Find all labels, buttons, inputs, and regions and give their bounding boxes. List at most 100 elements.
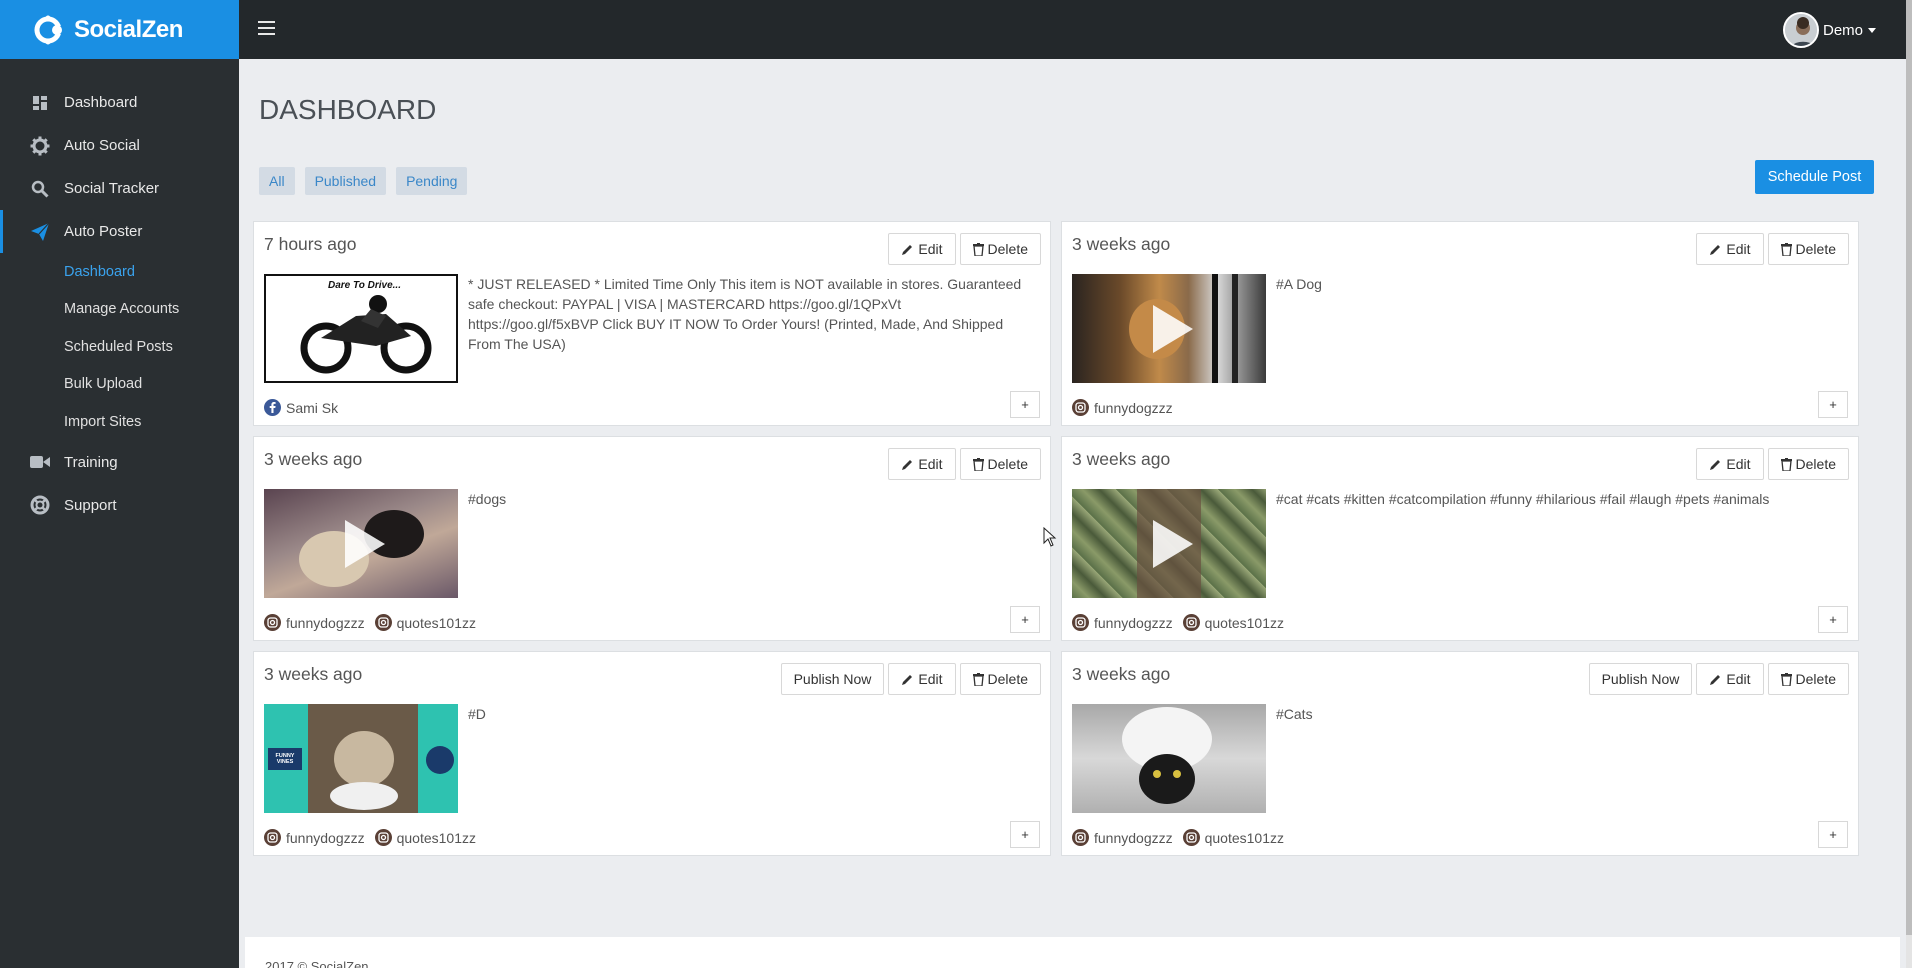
sidebar-item-auto-social[interactable]: Auto Social [0, 124, 239, 167]
account-tag[interactable]: quotes101zz [1182, 614, 1284, 631]
instagram-icon [374, 614, 392, 631]
filter-published[interactable]: Published [304, 167, 387, 195]
instagram-icon [1072, 829, 1089, 846]
submenu-item-bulk-upload[interactable]: Bulk Upload [0, 366, 239, 404]
delete-button[interactable]: Delete [959, 233, 1041, 265]
trash-icon [1780, 672, 1792, 686]
post-actions: Edit Delete [1696, 448, 1849, 480]
edit-button[interactable]: Edit [1696, 233, 1764, 265]
video-camera-icon [30, 452, 50, 472]
sidebar-item-dashboard[interactable]: Dashboard [0, 81, 239, 124]
sidebar-item-label: Support [64, 496, 117, 514]
submenu-item-scheduled-posts[interactable]: Scheduled Posts [0, 328, 239, 366]
account-tag[interactable]: funnydogzzz [1072, 614, 1173, 631]
post-card: 3 weeks ago Publish Now Edit Delete #Cat… [1061, 651, 1859, 856]
page-title: DASHBOARD [259, 94, 437, 125]
instagram-icon [374, 829, 392, 846]
pencil-icon [1709, 673, 1722, 686]
publish-now-button[interactable]: Publish Now [780, 663, 885, 695]
edit-button[interactable]: Edit [888, 448, 956, 480]
post-actions: Edit Delete [888, 233, 1041, 265]
account-tag[interactable]: quotes101zz [374, 829, 476, 846]
filter-pending[interactable]: Pending [396, 167, 468, 195]
publish-now-button[interactable]: Publish Now [1588, 663, 1693, 695]
sidebar-nav: Dashboard Auto Social Social Tracker Aut… [0, 59, 239, 527]
menu-toggle-icon[interactable] [258, 21, 275, 35]
submenu-item-import-sites[interactable]: Import Sites [0, 403, 239, 441]
delete-button[interactable]: Delete [959, 448, 1041, 480]
gear-icon [30, 136, 50, 156]
post-text: #cat #cats #kitten #catcompilation #funn… [1276, 491, 1770, 507]
trash-icon [1780, 457, 1792, 471]
delete-button[interactable]: Delete [1767, 663, 1849, 695]
sidebar-item-label: Auto Social [64, 137, 140, 154]
pencil-icon [1709, 243, 1722, 256]
trash-icon [1780, 242, 1792, 256]
instagram-icon [1072, 614, 1089, 631]
submenu-item-dashboard[interactable]: Dashboard [0, 253, 239, 291]
topbar: Demo [239, 0, 1906, 59]
account-tag[interactable]: funnydogzzz [264, 829, 365, 846]
post-card: 3 weeks ago Edit Delete #dogs funnydogzz… [253, 436, 1051, 641]
chevron-down-icon [1868, 27, 1876, 33]
play-icon[interactable] [1153, 519, 1193, 568]
page-scrollbar[interactable] [1906, 0, 1912, 968]
post-actions: Edit Delete [1696, 233, 1849, 265]
expand-button[interactable]: + [1818, 391, 1848, 418]
avatar [1782, 12, 1819, 48]
sidebar-item-training[interactable]: Training [0, 441, 239, 484]
filter-all[interactable]: All [259, 167, 295, 195]
post-thumbnail [1072, 489, 1266, 598]
instagram-icon [264, 614, 281, 631]
brand[interactable]: SocialZen [0, 0, 239, 59]
account-tag[interactable]: funnydogzzz [1072, 399, 1173, 416]
post-actions: Publish Now Edit Delete [1588, 663, 1849, 695]
delete-button[interactable]: Delete [959, 663, 1041, 695]
delete-button[interactable]: Delete [1767, 233, 1849, 265]
expand-button[interactable]: + [1818, 606, 1848, 633]
expand-button[interactable]: + [1010, 821, 1040, 848]
sidebar-item-label: Social Tracker [64, 180, 160, 197]
account-tag[interactable]: funnydogzzz [1072, 829, 1173, 846]
play-icon[interactable] [1153, 304, 1193, 353]
scrollbar-thumb[interactable] [1906, 0, 1912, 935]
expand-button[interactable]: + [1818, 821, 1848, 848]
sidebar-item-label: Training [64, 453, 118, 471]
submenu-item-manage-accounts[interactable]: Manage Accounts [0, 291, 239, 329]
sidebar-item-support[interactable]: Support [0, 484, 239, 527]
delete-button[interactable]: Delete [1767, 448, 1849, 480]
edit-button[interactable]: Edit [888, 663, 956, 695]
expand-button[interactable]: + [1010, 606, 1040, 633]
post-filters: All Published Pending [259, 167, 468, 195]
main-content: DASHBOARD All Published Pending Schedule… [239, 59, 1906, 968]
post-thumbnail [264, 489, 458, 598]
account-tag[interactable]: funnydogzzz [264, 614, 365, 631]
post-time: 3 weeks ago [264, 449, 363, 469]
post-thumbnail: FUNNY VINES [264, 704, 458, 813]
play-icon[interactable] [345, 519, 385, 568]
post-text: #D [468, 706, 486, 722]
expand-button[interactable]: + [1010, 391, 1040, 418]
edit-button[interactable]: Edit [1696, 448, 1764, 480]
post-accounts: funnydogzzz quotes101zz [1072, 829, 1284, 846]
edit-button[interactable]: Edit [888, 233, 956, 265]
sidebar-item-social-tracker[interactable]: Social Tracker [0, 167, 239, 210]
post-text: #dogs [468, 491, 507, 507]
mouse-cursor-icon [1043, 527, 1057, 547]
user-name: Demo [1822, 21, 1863, 39]
sidebar-item-auto-poster[interactable]: Auto Poster [0, 210, 239, 253]
auto-poster-submenu: Dashboard Manage Accounts Scheduled Post… [0, 253, 239, 441]
post-time: 3 weeks ago [1072, 234, 1171, 254]
account-tag[interactable]: quotes101zz [374, 614, 476, 631]
account-tag[interactable]: Sami Sk [264, 399, 338, 416]
sidebar-item-label: Dashboard [64, 94, 138, 111]
edit-button[interactable]: Edit [1696, 663, 1764, 695]
instagram-icon [1182, 829, 1200, 846]
post-time: 7 hours ago [264, 234, 357, 254]
post-actions: Edit Delete [888, 448, 1041, 480]
user-menu[interactable]: Demo [1782, 12, 1876, 48]
post-accounts: funnydogzzz quotes101zz [264, 614, 476, 631]
pencil-icon [901, 673, 914, 686]
account-tag[interactable]: quotes101zz [1182, 829, 1284, 846]
schedule-post-button[interactable]: Schedule Post [1755, 160, 1874, 194]
